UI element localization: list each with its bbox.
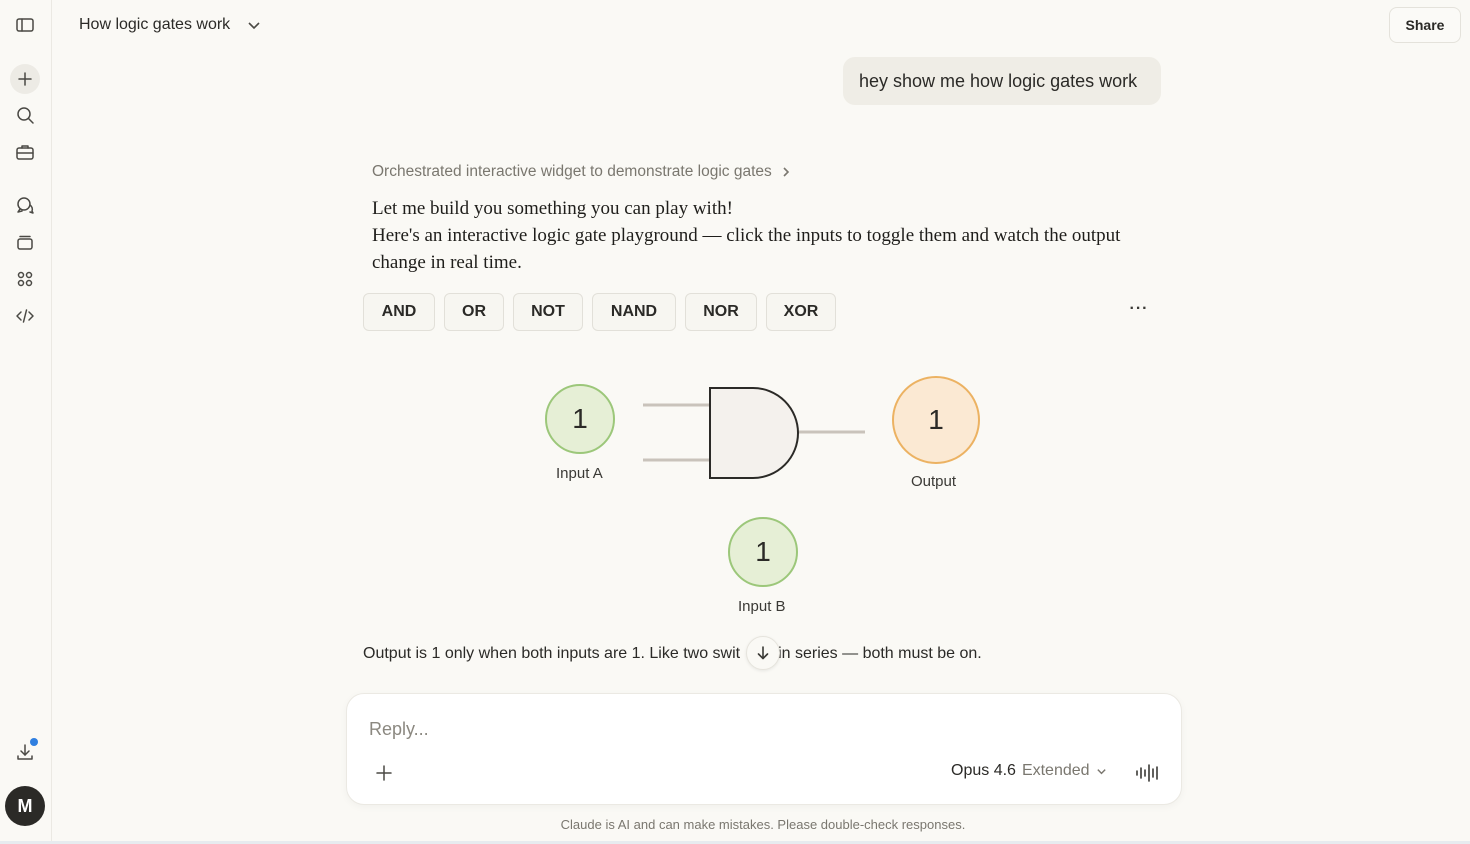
reply-input[interactable] (369, 714, 1149, 744)
chat-title-menu[interactable]: How logic gates work (79, 16, 262, 34)
sidebar-toggle-button[interactable] (10, 10, 40, 40)
model-variant: Extended (1021, 762, 1090, 779)
projects-icon (17, 235, 33, 250)
scroll-to-bottom-button[interactable] (746, 636, 780, 670)
voice-mode-button[interactable] (1133, 758, 1163, 788)
arrow-down-icon (757, 646, 769, 660)
tab-xor[interactable]: XOR (766, 293, 836, 331)
plus-icon (18, 72, 32, 86)
artifacts-icon (17, 271, 33, 287)
and-gate-shape (709, 387, 799, 479)
tab-not[interactable]: NOT (513, 293, 583, 331)
sidebar: M (0, 0, 52, 844)
chevron-down-icon (1096, 768, 1106, 774)
output-indicator: 1 (892, 376, 980, 464)
input-a-label: Input A (556, 465, 603, 482)
thought-summary-toggle[interactable]: Orchestrated interactive widget to demon… (372, 163, 792, 181)
tab-nand[interactable]: NAND (592, 293, 676, 331)
chats-icon (17, 197, 34, 214)
reply-composer: Opus 4.6 Extended (346, 693, 1182, 805)
chats-button[interactable] (10, 190, 40, 220)
tab-and[interactable]: AND (363, 293, 435, 331)
model-name: Opus 4.6 (951, 762, 1016, 779)
answer-line-2: Here's an interactive logic gate playgro… (372, 225, 1121, 273)
logic-gate-circuit: 1 Input A 1 Output 1 Input B (540, 370, 1000, 630)
answer-line-1: Let me build you something you can play … (372, 198, 733, 219)
explanation-text-end: in series — both must be on. (778, 645, 982, 662)
input-b-label: Input B (738, 598, 786, 615)
projects-button[interactable] (10, 227, 40, 257)
chevron-down-icon (248, 22, 260, 30)
user-message: hey show me how logic gates work (843, 57, 1161, 105)
tools-button[interactable] (10, 137, 40, 167)
output-label: Output (911, 473, 957, 490)
input-a-toggle[interactable]: 1 (545, 384, 615, 454)
explanation-text-start: Output is 1 only when both inputs are 1.… (363, 645, 741, 662)
sidebar-toggle-icon (16, 18, 34, 32)
code-icon (16, 309, 34, 323)
new-chat-button[interactable] (10, 64, 40, 94)
briefcase-icon (16, 145, 34, 160)
input-b-toggle[interactable]: 1 (728, 517, 798, 587)
search-button[interactable] (10, 100, 40, 130)
gate-explanation: Output is 1 only when both inputs are 1.… (363, 645, 982, 663)
page-title: How logic gates work (79, 16, 231, 33)
disclaimer: Claude is AI and can make mistakes. Plea… (560, 817, 966, 832)
waveform-icon (1136, 764, 1158, 782)
tab-nor[interactable]: NOR (685, 293, 757, 331)
assistant-message: Let me build you something you can play … (372, 195, 1142, 276)
model-selector[interactable]: Opus 4.6 Extended (951, 762, 1107, 780)
artifacts-button[interactable] (10, 264, 40, 294)
code-button[interactable] (10, 301, 40, 331)
notification-dot (30, 738, 38, 746)
attach-button[interactable] (369, 758, 399, 788)
chevron-right-icon (783, 167, 789, 177)
more-options-button[interactable]: ··· (1126, 296, 1152, 322)
tab-or[interactable]: OR (444, 293, 504, 331)
plus-icon (376, 765, 392, 781)
search-icon (17, 107, 34, 124)
thought-summary: Orchestrated interactive widget to demon… (372, 163, 772, 180)
share-button[interactable]: Share (1389, 7, 1461, 43)
